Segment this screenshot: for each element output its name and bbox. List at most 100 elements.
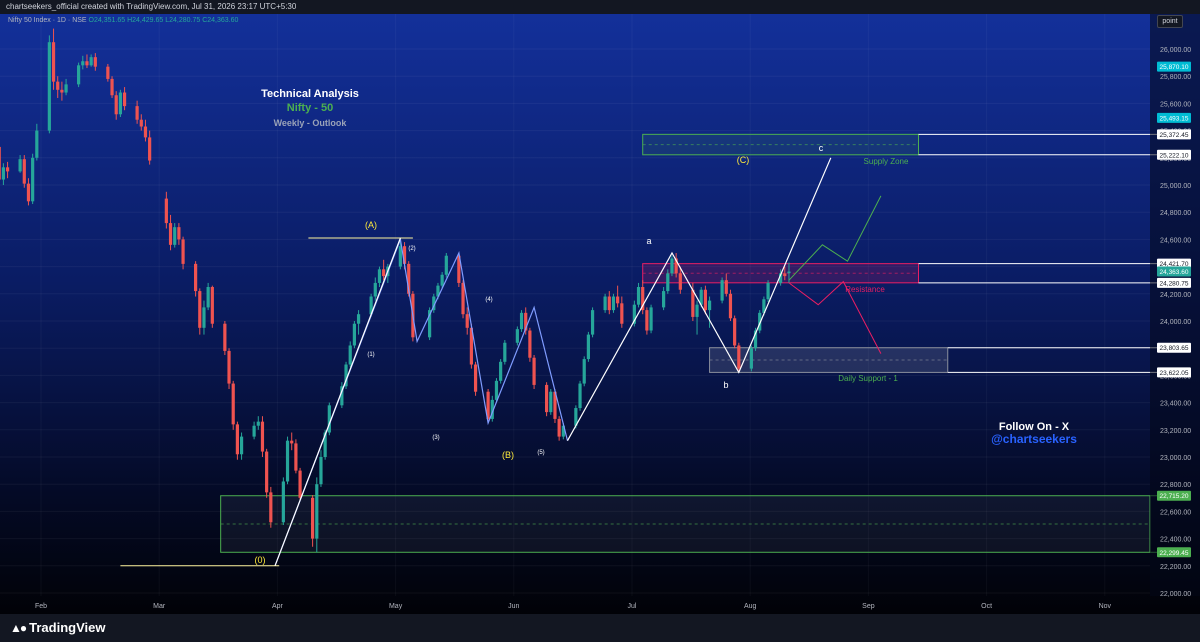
symbol-legend[interactable]: Nifty 50 Index · 1D · NSE O24,351.65 H24… <box>8 17 238 24</box>
candle-body <box>194 263 198 292</box>
scale-mode-button[interactable]: point <box>1157 15 1183 28</box>
time-tick-label: Feb <box>35 603 47 610</box>
candle-body <box>728 293 733 319</box>
candle-body <box>122 92 127 107</box>
subwave-label-4: (4) <box>485 297 492 303</box>
wave-label-B: (B) <box>502 450 514 460</box>
price-tick-label: 24,000.00 <box>1160 319 1191 326</box>
price-tick-label: 26,000.00 <box>1160 47 1191 54</box>
wave-label-b: b <box>723 380 728 390</box>
candle-body <box>611 296 616 311</box>
candle-body <box>503 342 507 362</box>
candle-body <box>662 291 666 308</box>
candle-body <box>691 289 695 317</box>
candle-body <box>135 106 139 120</box>
price-tick-label: 23,000.00 <box>1160 455 1191 462</box>
candle-body <box>607 296 611 311</box>
tradingview-mark-icon: ▲● <box>10 621 27 635</box>
tradingview-logo-text: TradingView <box>29 620 106 635</box>
candle-body <box>47 42 51 131</box>
daily-support-label: Daily Support - 1 <box>838 374 898 383</box>
candle-body <box>35 130 39 158</box>
candle-body <box>148 137 152 161</box>
price-axis-tag-label: 23,622.05 <box>1160 370 1189 377</box>
candle-body <box>106 66 110 79</box>
candle-body <box>269 492 273 523</box>
time-tick-label: Mar <box>153 603 166 610</box>
wave-label-a: a <box>646 236 651 246</box>
candle-body <box>252 425 256 437</box>
wave-label-C: (C) <box>737 155 750 165</box>
price-tick-label: 22,200.00 <box>1160 564 1191 571</box>
candle-body <box>382 269 386 277</box>
candle-body <box>0 146 1 180</box>
candle-body <box>620 303 624 324</box>
bottom-bar <box>0 614 1200 642</box>
time-tick-label: Apr <box>272 603 284 610</box>
tradingview-logo[interactable]: ▲● TradingView <box>10 620 105 635</box>
candle-body <box>649 307 653 331</box>
candle-body <box>578 383 582 409</box>
candle-body <box>231 383 235 425</box>
candle-body <box>590 310 595 335</box>
candle-body <box>766 282 770 300</box>
price-axis-tag-label: 25,493.15 <box>1160 115 1189 122</box>
candle-body <box>177 227 181 240</box>
follow-handle[interactable]: @chartseekers <box>991 432 1077 446</box>
candle-body <box>235 424 239 455</box>
price-chart[interactable]: 26,000.0025,800.0025,600.0025,400.0025,2… <box>0 0 1200 642</box>
supply-zone-label: Supply Zone <box>864 157 909 166</box>
candle-body <box>81 61 85 66</box>
candle-body <box>285 440 290 482</box>
candle-body <box>77 65 81 85</box>
symbol-name[interactable]: Nifty 50 Index · 1D · NSE <box>8 17 87 24</box>
candle-body <box>670 258 674 274</box>
candle-body <box>139 119 143 127</box>
candle-body <box>56 81 60 90</box>
price-axis-tag-label: 24,363.60 <box>1160 269 1189 276</box>
candle-body <box>499 361 503 381</box>
candle-body <box>164 198 168 224</box>
candle-body <box>515 329 519 343</box>
candle-body <box>93 57 97 67</box>
candle-body <box>636 287 641 305</box>
candle-body <box>311 497 315 539</box>
candle-body <box>114 95 118 115</box>
candle-body <box>444 255 448 275</box>
candle-body <box>703 289 707 311</box>
analysis-title: Technical Analysis <box>261 88 359 100</box>
candle-body <box>1 167 5 180</box>
price-axis-tag-label: 25,870.10 <box>1160 64 1189 71</box>
candle-body <box>26 183 31 202</box>
subwave-label-2: (2) <box>408 246 415 252</box>
price-tick-label: 22,000.00 <box>1160 591 1191 598</box>
candle-body <box>60 89 64 93</box>
candle-body <box>173 227 177 245</box>
candle-body <box>356 314 361 324</box>
candle-body <box>473 364 478 392</box>
candle-body <box>181 239 185 264</box>
subwave-label-3: (3) <box>432 435 439 441</box>
candle-body <box>294 443 298 471</box>
price-axis-tag-label: 23,803.65 <box>1160 345 1189 352</box>
candle-body <box>603 296 607 311</box>
candle-body <box>227 350 231 384</box>
candle-body <box>557 418 561 437</box>
time-tick-label: Nov <box>1099 603 1112 610</box>
price-tick-label: 22,800.00 <box>1160 482 1191 489</box>
creator-caption: chartseekers_official created with Tradi… <box>6 2 297 11</box>
candle-body <box>465 314 469 328</box>
candle-body <box>549 391 553 413</box>
candle-body <box>737 345 741 369</box>
candle-body <box>118 92 122 115</box>
subwave-label-1: (1) <box>367 352 374 358</box>
candle-body <box>110 78 114 96</box>
time-tick-label: Jul <box>628 603 637 610</box>
candle-body <box>198 291 202 328</box>
wave-label-0: (0) <box>255 555 266 565</box>
candle-body <box>85 61 89 66</box>
candle-body <box>202 307 206 328</box>
candle-body <box>210 287 214 324</box>
candle-body <box>22 159 26 184</box>
price-tick-label: 24,800.00 <box>1160 210 1191 217</box>
